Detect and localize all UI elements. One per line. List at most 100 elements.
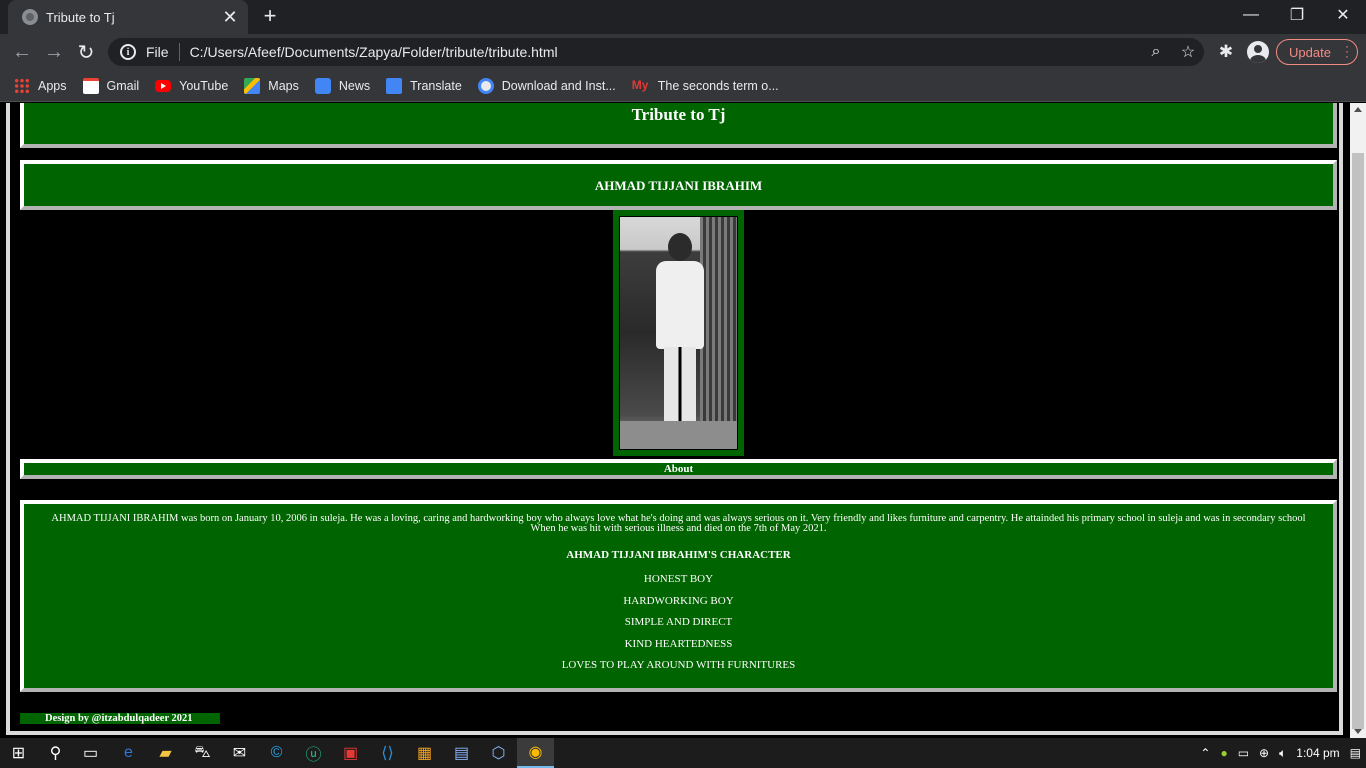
app-c-icon[interactable]: © xyxy=(258,738,295,768)
network-icon[interactable]: ⊕ xyxy=(1259,746,1269,760)
file-explorer-icon[interactable]: ▰ xyxy=(147,738,184,768)
vscode-icon[interactable]: ⟨⟩ xyxy=(369,738,406,768)
chevron-up-icon[interactable]: ⌃ xyxy=(1200,746,1210,760)
list-item: HARDWORKING BOY xyxy=(623,594,734,607)
zoom-icon[interactable]: ⌕ xyxy=(1140,43,1172,61)
bookmark-label: Maps xyxy=(268,78,299,93)
close-window-button[interactable]: ✕ xyxy=(1320,0,1366,30)
url-text[interactable]: C:/Users/Afeef/Documents/Zapya/Folder/tr… xyxy=(190,44,1140,60)
list-item: LOVES TO PLAY AROUND WITH FURNITURES xyxy=(561,659,796,671)
scheme-label: File xyxy=(146,44,169,60)
bookmark-translate[interactable]: Translate xyxy=(386,77,462,94)
person-name: AHMAD TIJJANI IBRAHIM xyxy=(594,178,763,193)
traits-list: HONEST BOY HARDWORKING BOY SIMPLE AND DI… xyxy=(38,569,1319,677)
bookmark-maps[interactable]: Maps xyxy=(244,77,299,94)
bookmark-label: Download and Inst... xyxy=(501,78,616,93)
photo-figure-legs xyxy=(664,347,696,421)
bookmarks-bar: Apps Gmail YouTube Maps News Translate D… xyxy=(0,70,1366,102)
about-banner: About xyxy=(20,459,1337,479)
photo-floor xyxy=(620,421,737,449)
new-tab-button[interactable]: + xyxy=(258,4,282,28)
about-heading: About xyxy=(663,463,694,475)
close-tab-icon[interactable]: ✕ xyxy=(218,7,242,28)
biography-text: AHMAD TIJJANI IBRAHIM was born on Januar… xyxy=(51,513,1306,534)
my-icon: My xyxy=(631,77,649,92)
task-view-icon[interactable]: ▭ xyxy=(72,738,109,768)
bookmark-seconds-term[interactable]: My The seconds term o... xyxy=(632,78,779,94)
mail-icon[interactable]: ✉ xyxy=(221,738,258,768)
notification-icon[interactable]: ▤ xyxy=(1350,746,1361,760)
edge-icon[interactable]: e xyxy=(110,738,147,768)
bookmark-label: News xyxy=(338,78,371,93)
bookmark-download[interactable]: Download and Inst... xyxy=(477,77,616,94)
page-viewport[interactable]: Tribute to Tj AHMAD TIJJANI IBRAHIM Abou… xyxy=(0,103,1350,738)
scrollbar-thumb[interactable] xyxy=(1352,153,1364,729)
name-banner: AHMAD TIJJANI IBRAHIM xyxy=(20,160,1337,210)
start-button[interactable]: ⊞ xyxy=(0,738,37,768)
globe-icon xyxy=(22,9,38,25)
bookmark-label: Gmail xyxy=(106,78,140,93)
system-tray: ⌃ ● ▭ ⊕ 🔈︎ 1:04 pm ▤ xyxy=(1195,738,1366,768)
list-item: KIND HEARTEDNESS xyxy=(624,637,733,650)
address-bar[interactable]: i File C:/Users/Afeef/Documents/Zapya/Fo… xyxy=(108,38,1204,66)
app-calc-icon[interactable]: ▤ xyxy=(443,738,480,768)
update-button[interactable]: Update · · · xyxy=(1276,39,1358,65)
list-item: SIMPLE AND DIRECT xyxy=(624,616,733,628)
footer-credit: Design by @itzabdulqadeer 2021 xyxy=(20,713,220,724)
tribute-page: Tribute to Tj AHMAD TIJJANI IBRAHIM Abou… xyxy=(6,103,1343,735)
scroll-down-icon[interactable] xyxy=(1354,729,1362,734)
info-icon[interactable]: i xyxy=(120,44,136,60)
browser-toolbar: ← → ↻ i File C:/Users/Afeef/Documents/Za… xyxy=(0,34,1366,70)
vertical-scrollbar[interactable] xyxy=(1350,103,1366,738)
store-icon[interactable]: ⛍ xyxy=(184,738,221,768)
profile-avatar[interactable] xyxy=(1247,41,1269,63)
gmail-icon xyxy=(82,77,99,94)
back-button[interactable]: ← xyxy=(8,38,36,66)
title-banner: Tribute to Tj xyxy=(20,103,1337,148)
bookmark-apps[interactable]: Apps xyxy=(14,77,67,94)
photo-curtain xyxy=(700,217,737,449)
tab-title: Tribute to Tj xyxy=(46,9,115,25)
list-item: HONEST BOY xyxy=(643,573,714,585)
photo-frame xyxy=(613,210,744,456)
bookmark-label: Translate xyxy=(410,78,462,93)
bookmark-star-icon[interactable]: ☆ xyxy=(1172,42,1204,62)
news-icon xyxy=(314,77,331,94)
bookmark-news[interactable]: News xyxy=(314,77,371,94)
translate-icon xyxy=(386,77,403,94)
tab-strip: Tribute to Tj ✕ + — ❐ ✕ xyxy=(0,0,1366,34)
extensions-icon[interactable]: ✱ xyxy=(1212,38,1240,66)
omnibox-divider xyxy=(178,43,180,61)
minimize-button[interactable]: — xyxy=(1228,0,1274,30)
menu-dots-icon[interactable]: · · · xyxy=(1345,40,1349,62)
youtube-icon xyxy=(155,79,172,92)
chrome-icon[interactable]: ◉ xyxy=(517,738,554,768)
tray-app-icon[interactable]: ● xyxy=(1220,746,1227,760)
photo-figure-head xyxy=(668,233,692,261)
reload-button[interactable]: ↻ xyxy=(72,38,100,66)
bookmark-gmail[interactable]: Gmail xyxy=(82,77,140,94)
download-icon xyxy=(477,77,494,94)
battery-icon[interactable]: ▭ xyxy=(1238,746,1249,760)
portrait-photo xyxy=(619,216,738,450)
maps-icon xyxy=(244,77,261,94)
clock[interactable]: 1:04 pm xyxy=(1296,746,1339,760)
page-title: Tribute to Tj xyxy=(631,105,726,124)
about-content: AHMAD TIJJANI IBRAHIM was born on Januar… xyxy=(20,500,1337,692)
app-u-icon[interactable]: ⓤ xyxy=(295,738,332,768)
browser-tab[interactable]: Tribute to Tj ✕ xyxy=(8,0,248,34)
window-controls: — ❐ ✕ xyxy=(1228,0,1366,30)
bookmark-label: YouTube xyxy=(179,78,229,93)
zapya-icon[interactable]: ▣ xyxy=(332,738,369,768)
bookmark-youtube[interactable]: YouTube xyxy=(155,79,228,93)
photo-figure-body xyxy=(656,261,704,349)
update-label: Update xyxy=(1289,44,1331,60)
search-icon[interactable]: ⚲ xyxy=(37,738,74,768)
app-grid-icon[interactable]: ▦ xyxy=(406,738,443,768)
forward-button[interactable]: → xyxy=(40,38,68,66)
virtualbox-icon[interactable]: ⬡ xyxy=(480,738,517,768)
volume-icon[interactable]: 🔈︎ xyxy=(1279,746,1286,761)
scroll-up-icon[interactable] xyxy=(1354,107,1362,112)
apps-icon xyxy=(14,77,30,94)
restore-button[interactable]: ❐ xyxy=(1274,0,1320,30)
